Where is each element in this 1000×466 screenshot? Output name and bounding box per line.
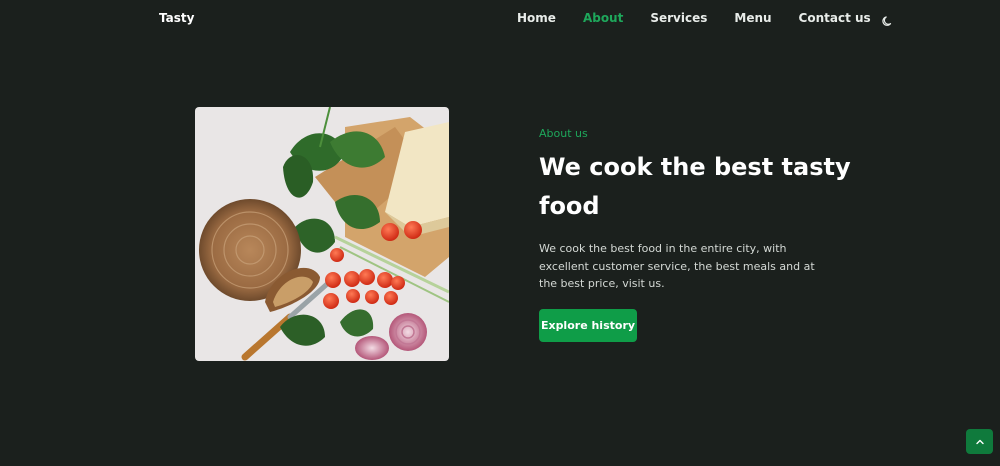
nav-home[interactable]: Home: [517, 11, 556, 25]
logo[interactable]: Tasty: [159, 11, 194, 25]
food-image: [195, 107, 449, 361]
nav-about[interactable]: About: [583, 11, 623, 25]
about-description: We cook the best food in the entire city…: [539, 242, 815, 290]
chevron-up-icon: [975, 439, 984, 444]
scrollup-button[interactable]: [966, 429, 993, 454]
moon-icon[interactable]: [882, 12, 894, 26]
nav-menu[interactable]: Menu: [734, 11, 771, 25]
nav-contact[interactable]: Contact us: [799, 11, 871, 25]
about-subtitle: About us: [539, 127, 588, 140]
nav-menu: Home About Services Menu Contact us: [517, 11, 894, 26]
nav-services[interactable]: Services: [650, 11, 707, 25]
explore-history-button[interactable]: Explore history: [539, 309, 637, 342]
header: Tasty Home About Services Menu Contact u…: [0, 0, 1000, 38]
about-title: We cook the best tasty food: [539, 153, 851, 220]
